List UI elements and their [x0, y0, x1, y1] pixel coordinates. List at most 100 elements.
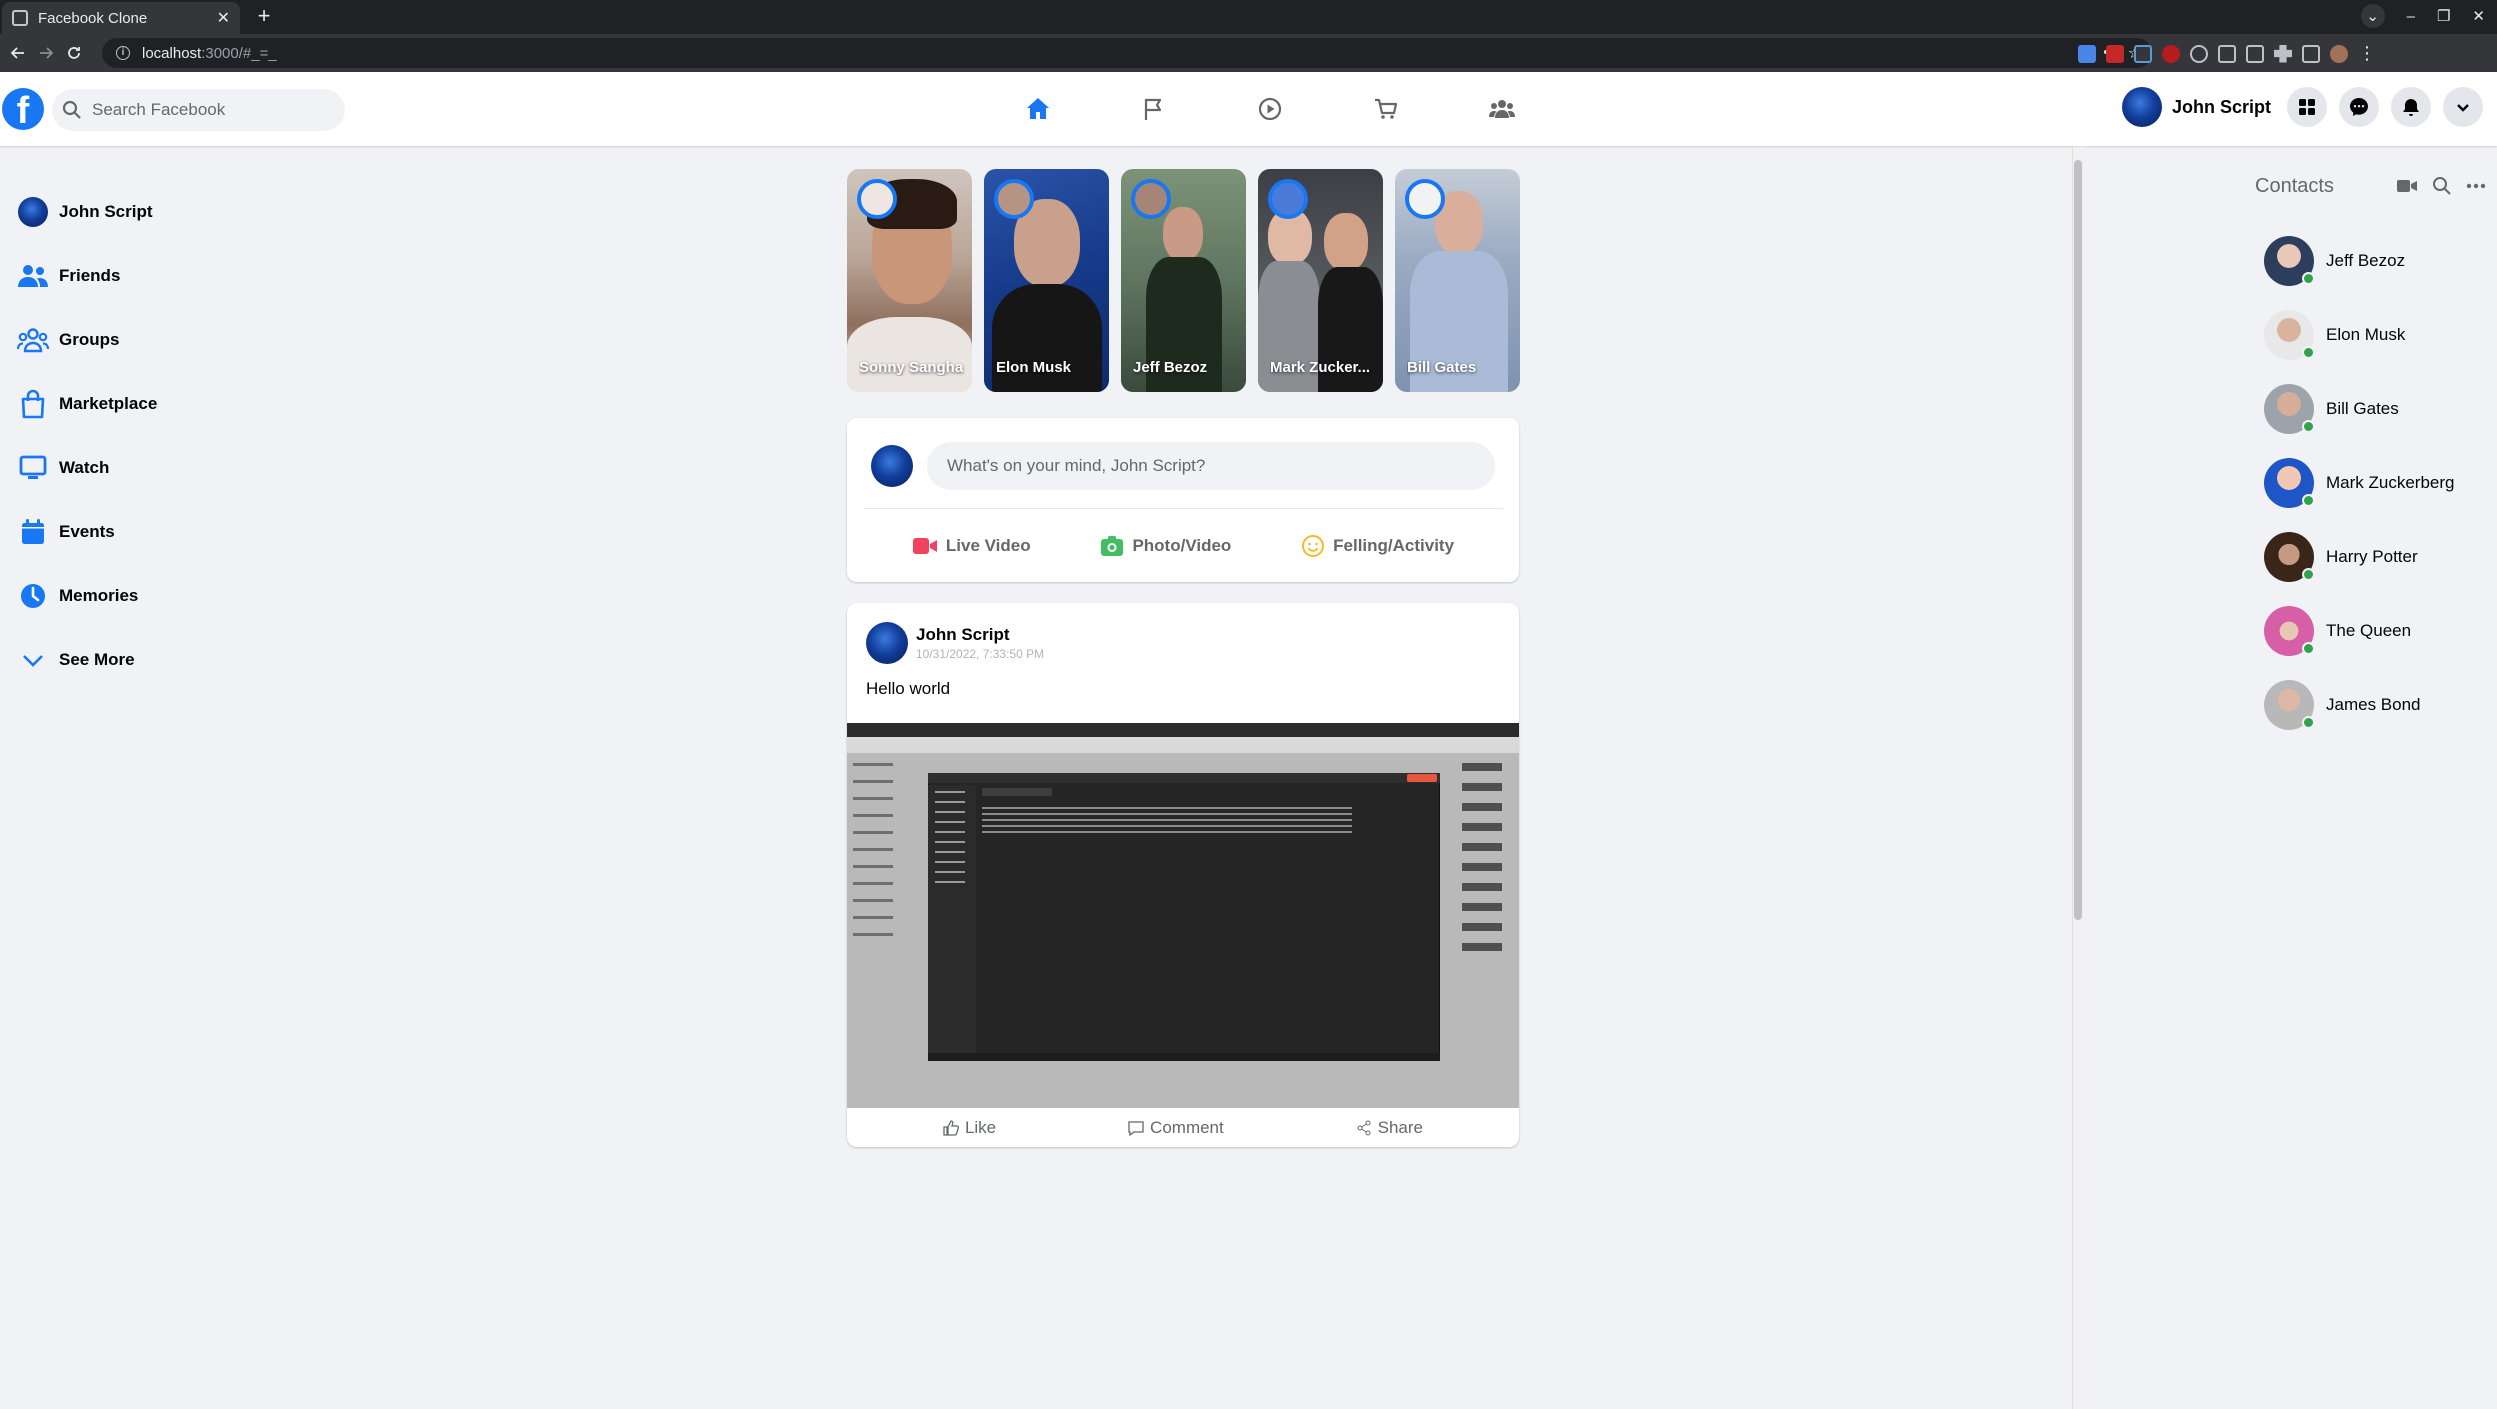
nav-groups[interactable] [1444, 72, 1560, 146]
contact-item[interactable]: Bill Gates [2236, 372, 2486, 446]
groups-nav-icon [1488, 96, 1516, 122]
site-info-icon[interactable]: i [116, 46, 130, 60]
share-icon [1356, 1120, 1372, 1136]
sidebar-item-profile[interactable]: John Script [16, 180, 316, 244]
browser-profile-avatar[interactable] [2330, 44, 2348, 63]
forward-icon[interactable] [32, 39, 60, 67]
header-right: John Script [2121, 87, 2483, 127]
avatar [16, 195, 50, 229]
facebook-logo[interactable]: f [2, 88, 44, 130]
post-image[interactable] [847, 723, 1519, 1108]
live-video-button[interactable]: Live Video [912, 536, 1031, 556]
contact-item[interactable]: James Bond [2236, 668, 2486, 742]
sidebar-item-see-more[interactable]: See More [16, 628, 316, 692]
search-placeholder: Search Facebook [92, 100, 226, 119]
reload-icon[interactable] [60, 39, 88, 67]
side-panel-icon[interactable] [2302, 44, 2320, 63]
thumbs-up-icon [943, 1120, 959, 1136]
post-card: John Script 10/31/2022, 7:33:50 PM Hello… [847, 603, 1519, 1147]
sidebar-item-label: Groups [59, 330, 120, 349]
avatar [871, 445, 913, 487]
avatar [2264, 310, 2315, 360]
online-status-dot [2302, 494, 2315, 507]
contact-item[interactable]: Elon Musk [2236, 298, 2486, 372]
story-card[interactable]: Mark Zucker... [1258, 169, 1383, 392]
smiley-icon [1301, 534, 1325, 558]
story-name: Jeff Bezoz [1133, 359, 1208, 376]
address-bar[interactable]: i localhost:3000/#_=_ ☆ [102, 38, 2152, 68]
restore-icon[interactable]: ❐ [2437, 7, 2450, 25]
contact-name: Jeff Bezoz [2326, 251, 2406, 270]
comment-label: Comment [1150, 1118, 1224, 1137]
post-composer: What's on your mind, John Script? Live V… [847, 418, 1519, 582]
sidebar-item-marketplace[interactable]: Marketplace [16, 372, 316, 436]
nav-home[interactable] [980, 72, 1096, 146]
contact-item[interactable]: Harry Potter [2236, 520, 2486, 594]
story-card[interactable]: Jeff Bezoz [1121, 169, 1246, 392]
post-author[interactable]: John Script [916, 625, 1010, 645]
messenger-button[interactable] [2339, 87, 2379, 127]
browser-tab-strip: Facebook Clone ✕ + ⌄ – ❐ ✕ [0, 0, 2497, 34]
extension-circle-icon[interactable] [2190, 44, 2208, 63]
video-call-icon[interactable] [2396, 178, 2418, 194]
nav-pages[interactable] [1096, 72, 1212, 146]
feeling-activity-button[interactable]: Felling/Activity [1301, 534, 1454, 558]
new-tab-button[interactable]: + [253, 5, 275, 28]
ublock-extension-icon[interactable] [2162, 44, 2180, 63]
back-icon[interactable] [4, 39, 32, 67]
online-status-dot [2302, 272, 2315, 285]
account-menu-button[interactable] [2443, 87, 2483, 127]
translate-extension-icon[interactable] [2078, 44, 2096, 63]
center-nav [980, 72, 1560, 146]
header-profile[interactable]: John Script [2121, 87, 2271, 127]
contact-item[interactable]: Jeff Bezoz [2236, 224, 2486, 298]
sidebar-item-events[interactable]: Events [16, 500, 316, 564]
avatar [2264, 236, 2315, 286]
sidebar-item-friends[interactable]: Friends [16, 244, 316, 308]
more-options-icon[interactable] [2466, 183, 2486, 189]
browser-tab[interactable]: Facebook Clone ✕ [2, 2, 240, 34]
extension-pen-icon[interactable] [2134, 44, 2152, 63]
story-card[interactable]: Sonny Sangha [847, 169, 972, 392]
nav-marketplace[interactable] [1328, 72, 1444, 146]
contact-name: The Queen [2326, 621, 2412, 640]
extension-red-icon[interactable] [2106, 44, 2124, 63]
post-actions: Like Comment Share [847, 1109, 1519, 1147]
minimize-icon[interactable]: – [2407, 8, 2415, 25]
sidebar-item-memories[interactable]: Memories [16, 564, 316, 628]
browser-menu-icon[interactable]: ⋮ [2358, 43, 2376, 64]
contact-name: Mark Zuckerberg [2326, 473, 2455, 492]
share-button[interactable]: Share [1356, 1118, 1423, 1138]
sidebar-item-groups[interactable]: Groups [16, 308, 316, 372]
contact-item[interactable]: The Queen [2236, 594, 2486, 668]
photo-video-button[interactable]: Photo/Video [1100, 535, 1231, 557]
notifications-button[interactable] [2391, 87, 2431, 127]
live-video-label: Live Video [945, 536, 1031, 555]
story-avatar [1268, 179, 1308, 219]
marketplace-icon [16, 387, 50, 421]
like-button[interactable]: Like [943, 1118, 996, 1138]
sidebar-item-label: Events [59, 522, 115, 541]
sidebar-item-watch[interactable]: Watch [16, 436, 316, 500]
contacts-header: Contacts [2236, 168, 2486, 204]
story-card[interactable]: Elon Musk [984, 169, 1109, 392]
like-label: Like [964, 1118, 997, 1137]
nav-watch[interactable] [1212, 72, 1328, 146]
contact-item[interactable]: Mark Zuckerberg [2236, 446, 2486, 520]
extension-tool-icon[interactable] [2246, 44, 2264, 63]
browser-toolbar: i localhost:3000/#_=_ ☆ ⋮ [0, 34, 2497, 72]
search-icon[interactable] [2432, 176, 2452, 196]
extension-mask-icon[interactable] [2218, 44, 2236, 63]
home-icon [1025, 96, 1051, 122]
comment-button[interactable]: Comment [1128, 1118, 1224, 1138]
tab-search-icon[interactable]: ⌄ [2360, 4, 2385, 28]
flag-icon [1141, 96, 1167, 122]
tab-close-icon[interactable]: ✕ [217, 8, 230, 28]
story-card[interactable]: Bill Gates [1395, 169, 1520, 392]
close-window-icon[interactable]: ✕ [2472, 7, 2485, 25]
extensions-puzzle-icon[interactable] [2274, 44, 2292, 63]
composer-input[interactable]: What's on your mind, John Script? [927, 442, 1495, 490]
menu-grid-button[interactable] [2287, 87, 2327, 127]
feed-scrollbar-thumb[interactable] [2074, 160, 2082, 920]
search-input[interactable]: Search Facebook [52, 89, 345, 131]
